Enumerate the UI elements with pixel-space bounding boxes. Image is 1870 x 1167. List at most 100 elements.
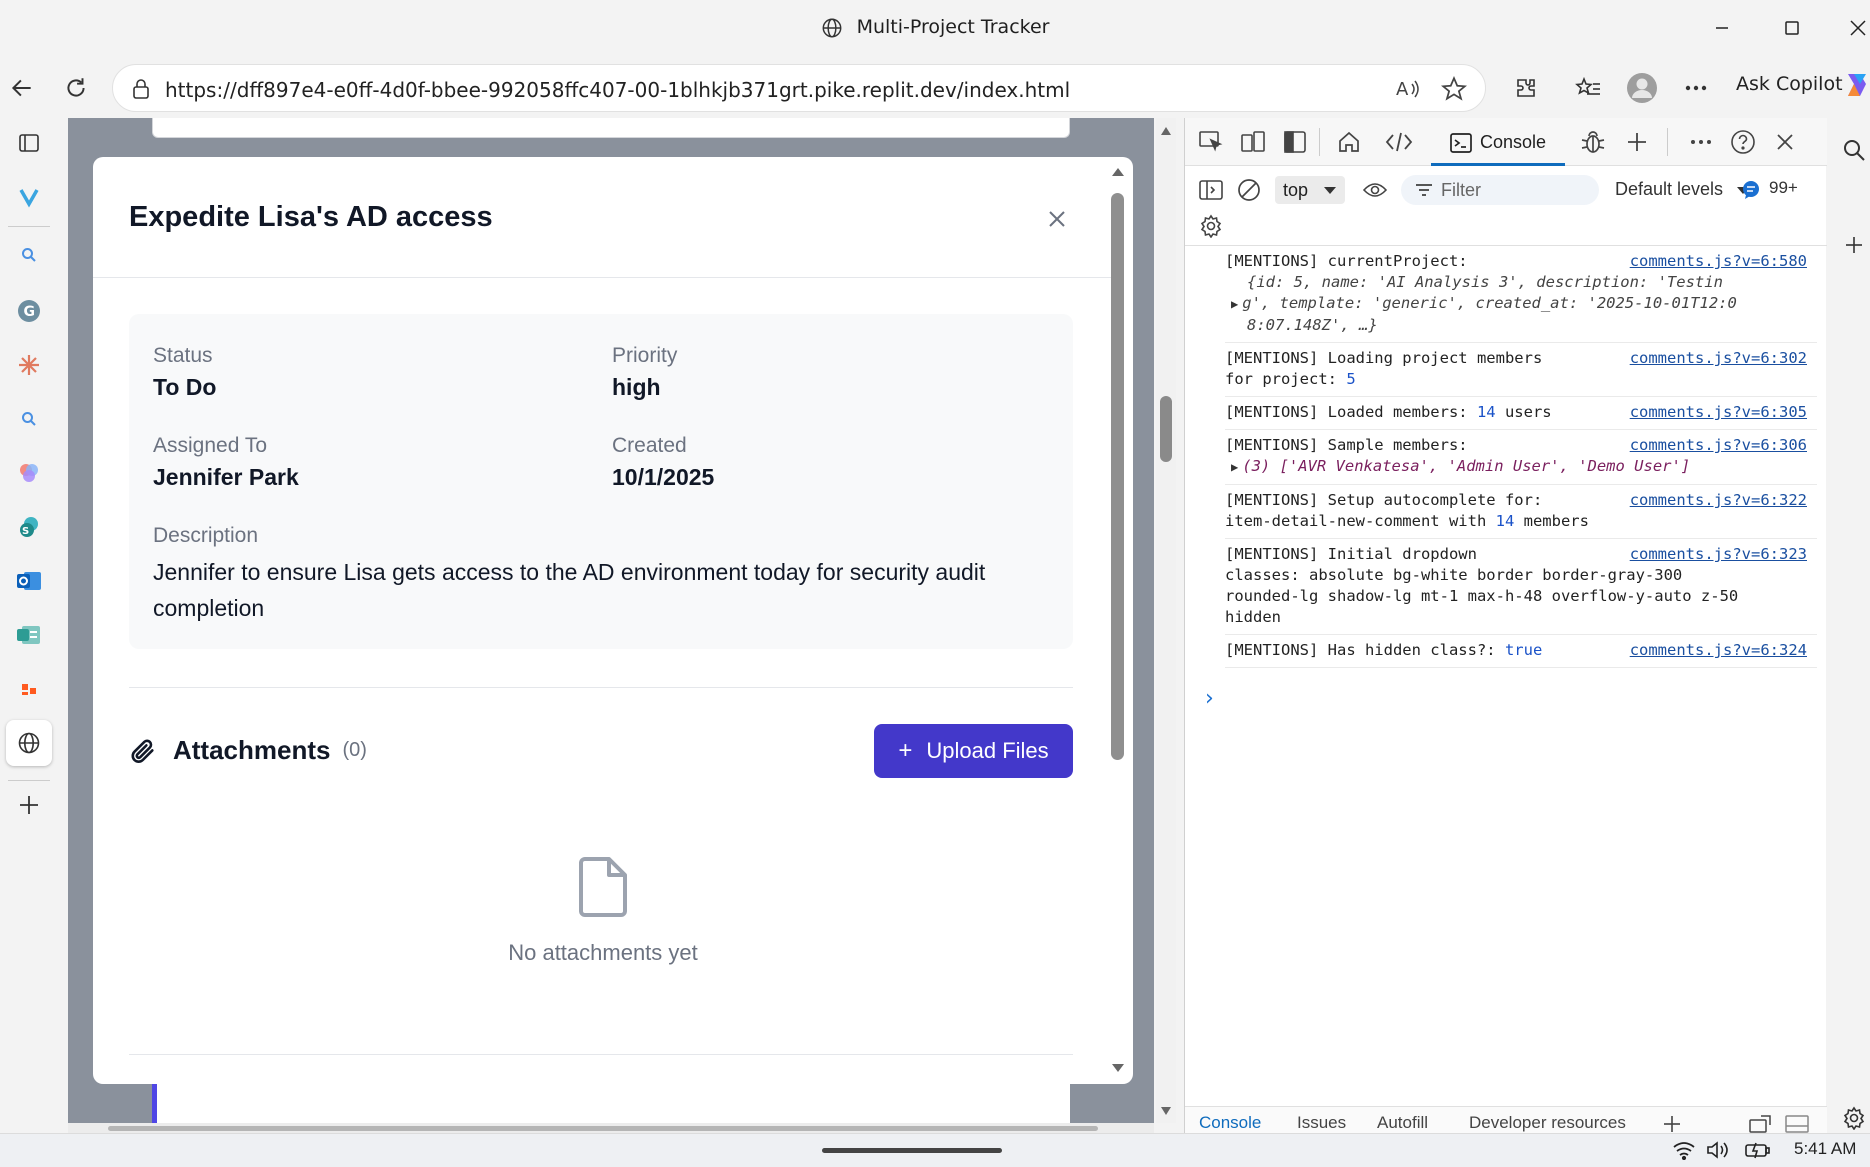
drawer-tab-autofill[interactable]: Autofill xyxy=(1377,1113,1428,1133)
source-link[interactable]: comments.js?v=6:322 xyxy=(1623,490,1807,511)
live-expression-eye-icon[interactable] xyxy=(1359,174,1391,206)
favorites-icon[interactable] xyxy=(1568,68,1608,108)
dock-side-icon[interactable] xyxy=(1279,126,1311,158)
active-app-globe-icon[interactable] xyxy=(6,720,52,766)
favorite-star-icon[interactable] xyxy=(1441,76,1467,102)
modal-scrollbar[interactable] xyxy=(1103,157,1133,1084)
undock-drawer-icon[interactable] xyxy=(1749,1115,1771,1133)
source-link[interactable]: comments.js?v=6:323 xyxy=(1623,544,1807,565)
app-v-icon[interactable] xyxy=(12,180,46,214)
dropdown-arrow-icon xyxy=(1324,187,1336,194)
more-menu-icon[interactable] xyxy=(1676,68,1716,108)
drawer-tab-issues[interactable]: Issues xyxy=(1297,1113,1346,1133)
device-toolbar-icon[interactable] xyxy=(1237,126,1269,158)
source-link[interactable]: comments.js?v=6:305 xyxy=(1623,402,1807,423)
svg-text:A: A xyxy=(1396,79,1409,100)
outlook-icon[interactable] xyxy=(12,564,46,598)
claude-icon[interactable] xyxy=(12,348,46,382)
modal-scrollbar-thumb[interactable] xyxy=(1111,193,1124,760)
read-aloud-icon[interactable]: A xyxy=(1395,77,1421,101)
more-tools-icon[interactable] xyxy=(1685,126,1717,158)
console-messages: [MENTIONS] currentProject: {id: 5, name:… xyxy=(1185,246,1827,668)
profile-avatar[interactable] xyxy=(1622,68,1662,108)
debug-bug-icon[interactable] xyxy=(1577,126,1609,158)
lock-icon[interactable] xyxy=(131,78,151,100)
back-button[interactable] xyxy=(2,68,42,108)
filter-input[interactable]: Filter xyxy=(1401,175,1599,205)
refresh-button[interactable] xyxy=(56,68,96,108)
upload-files-button[interactable]: + Upload Files xyxy=(874,724,1073,778)
browser-toolbar: https://dff897e4-e0ff-4d0f-bbee-992058ff… xyxy=(0,56,1870,120)
wifi-icon[interactable] xyxy=(1672,1140,1696,1160)
console-message[interactable]: [MENTIONS] Loading project members for p… xyxy=(1225,343,1817,397)
clock[interactable]: 5:41 AM xyxy=(1794,1139,1856,1159)
console-message[interactable]: [MENTIONS] Loaded members: 14 users comm… xyxy=(1225,397,1817,430)
sharepoint-icon[interactable]: S xyxy=(12,510,46,544)
ask-copilot-button[interactable]: Ask Copilot xyxy=(1736,73,1843,95)
task-details-panel: Status To Do Priority high Assigned To J… xyxy=(129,314,1073,649)
horizontal-scrollbar[interactable] xyxy=(68,1123,1154,1133)
expand-triangle-icon[interactable]: ▶ xyxy=(1231,294,1238,315)
close-devtools-icon[interactable] xyxy=(1769,126,1801,158)
inspect-element-icon[interactable] xyxy=(1195,126,1227,158)
console-message[interactable]: [MENTIONS] Initial dropdown classes: abs… xyxy=(1225,539,1817,635)
page-scrollbar[interactable] xyxy=(1156,118,1176,1123)
status-label: Status xyxy=(153,344,213,367)
elements-tab-icon[interactable] xyxy=(1383,126,1415,158)
source-link[interactable]: comments.js?v=6:302 xyxy=(1623,348,1807,369)
add-drawer-tab-icon[interactable] xyxy=(1663,1115,1681,1133)
tabs-icon[interactable] xyxy=(12,126,46,160)
attachments-header: Attachments (0) xyxy=(129,735,367,766)
created-value: 10/1/2025 xyxy=(612,464,715,490)
page-scrollbar-thumb[interactable] xyxy=(1160,396,1172,462)
maximize-button[interactable] xyxy=(1772,10,1812,46)
console-message[interactable]: [MENTIONS] Sample members: ▶ (3) ['AVR Ve… xyxy=(1225,430,1817,485)
extensions-icon[interactable] xyxy=(1506,68,1546,108)
close-icon[interactable] xyxy=(1048,210,1066,228)
copilot-app-icon[interactable] xyxy=(12,456,46,490)
volume-icon[interactable] xyxy=(1706,1140,1732,1160)
url-text[interactable]: https://dff897e4-e0ff-4d0f-bbee-992058ff… xyxy=(165,78,1070,102)
minimize-button[interactable] xyxy=(1702,10,1742,46)
close-window-button[interactable] xyxy=(1838,10,1870,46)
status-value: To Do xyxy=(153,374,217,400)
console-message[interactable]: [MENTIONS] currentProject: {id: 5, name:… xyxy=(1225,246,1817,343)
add-tab-icon[interactable] xyxy=(1621,126,1653,158)
console-settings-gear-icon[interactable] xyxy=(1195,210,1227,242)
copilot-icon[interactable] xyxy=(1842,70,1870,100)
expand-triangle-icon[interactable]: ▶ xyxy=(1231,457,1238,478)
help-icon[interactable] xyxy=(1727,126,1759,158)
source-link[interactable]: comments.js?v=6:306 xyxy=(1623,435,1807,456)
modal-close-button[interactable] xyxy=(1043,205,1071,233)
search-icon-2[interactable] xyxy=(12,402,46,436)
grammarly-icon[interactable]: G xyxy=(12,294,46,328)
background-item-card xyxy=(152,1078,1070,1123)
welcome-home-icon[interactable] xyxy=(1333,126,1365,158)
console-message[interactable]: [MENTIONS] Setup autocomplete for: item-… xyxy=(1225,485,1817,539)
sidebar-add-icon[interactable] xyxy=(1845,236,1863,254)
drawer-dock-icon[interactable] xyxy=(1785,1115,1809,1133)
filter-icon xyxy=(1416,184,1432,196)
clear-console-icon[interactable] xyxy=(1233,174,1265,206)
forms-icon[interactable] xyxy=(12,618,46,652)
address-bar[interactable]: https://dff897e4-e0ff-4d0f-bbee-992058ff… xyxy=(112,64,1486,112)
source-link[interactable]: comments.js?v=6:324 xyxy=(1623,640,1807,661)
add-app-icon[interactable] xyxy=(12,788,46,822)
tab-console[interactable]: Console xyxy=(1431,122,1565,166)
console-icon xyxy=(1450,132,1472,153)
zapier-icon[interactable] xyxy=(12,672,46,706)
sidebar-settings-gear-icon[interactable] xyxy=(1842,1106,1866,1130)
sidebar-toggle-icon[interactable] xyxy=(1195,174,1227,206)
search-icon[interactable] xyxy=(12,238,46,272)
drawer-tab-developer-resources[interactable]: Developer resources xyxy=(1469,1113,1626,1133)
taskbar-handle[interactable] xyxy=(822,1148,1002,1153)
console-message[interactable]: [MENTIONS] Has hidden class?: true comme… xyxy=(1225,635,1817,668)
message-bubble-icon[interactable] xyxy=(1741,180,1761,200)
console-prompt-chevron-icon[interactable]: › xyxy=(1205,686,1214,711)
log-levels-dropdown[interactable]: Default levels xyxy=(1615,179,1750,200)
source-link[interactable]: comments.js?v=6:580 xyxy=(1623,251,1807,272)
message-count[interactable]: 99+ xyxy=(1769,178,1798,198)
context-select[interactable]: top xyxy=(1275,176,1345,204)
battery-icon[interactable] xyxy=(1744,1140,1772,1160)
sidebar-search-icon[interactable] xyxy=(1842,138,1866,162)
